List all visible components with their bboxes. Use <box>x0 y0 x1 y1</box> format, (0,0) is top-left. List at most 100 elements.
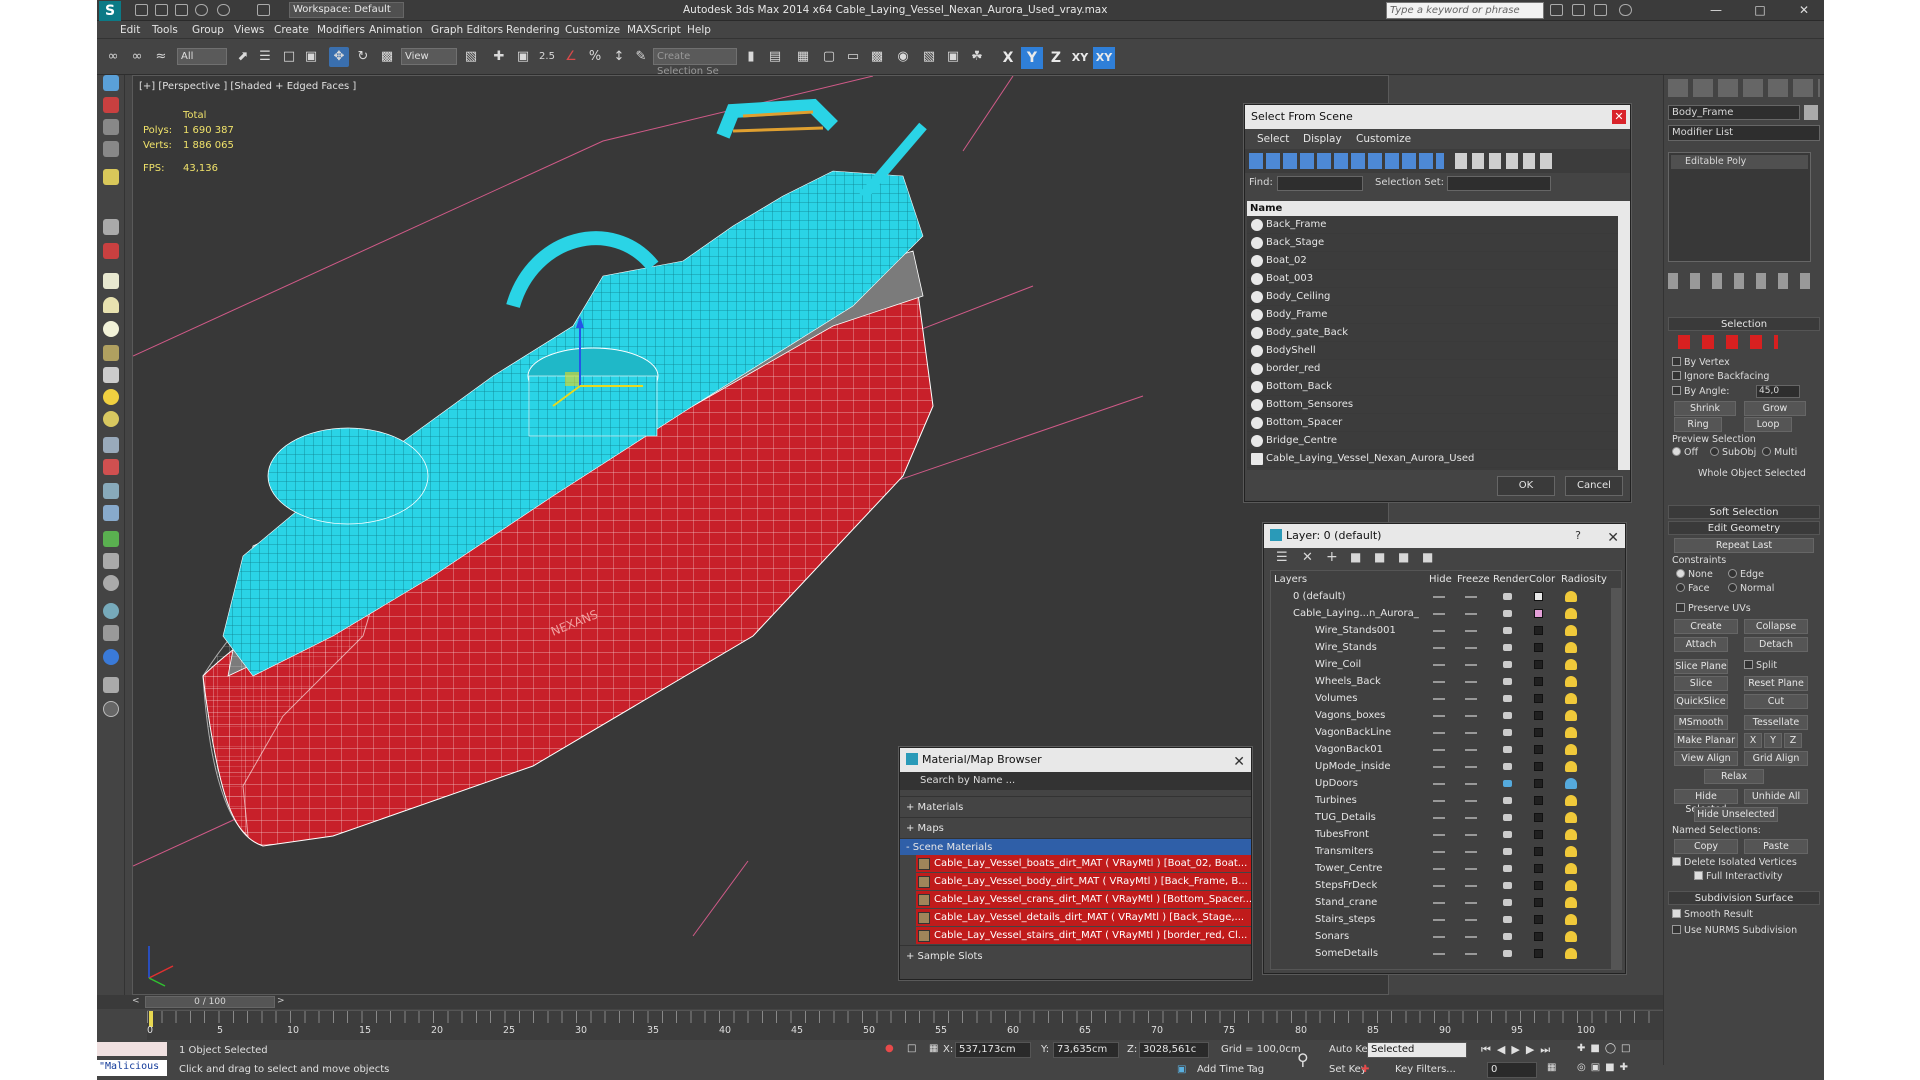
rendered-frame-icon[interactable]: ▣ <box>943 47 963 67</box>
view-align-button[interactable]: View Align <box>1674 751 1738 766</box>
playback-controls[interactable]: ⏮◀▶▶⏭ <box>1481 1043 1556 1057</box>
named-selection-set-dropdown[interactable]: Create Selection Se <box>653 48 737 77</box>
select-layer-icon[interactable]: ■ <box>1350 550 1361 564</box>
menu-views[interactable]: Views <box>234 24 264 36</box>
material-item[interactable]: Cable_Lay_Vessel_crans_dirt_MAT ( VRayMt… <box>916 891 1251 909</box>
repeat-last-button[interactable]: Repeat Last <box>1674 538 1814 553</box>
select-move-icon[interactable]: ✥ <box>329 47 349 67</box>
key-mode-dropdown[interactable]: Selected <box>1367 1042 1467 1058</box>
lock-selection-icon[interactable]: □ <box>907 1043 916 1054</box>
select-by-name-icon[interactable]: ☰ <box>255 47 275 67</box>
globe-icon[interactable] <box>103 649 119 665</box>
col-color[interactable]: Color <box>1529 574 1555 585</box>
box-icon[interactable] <box>103 273 119 289</box>
link-icon[interactable]: ∞ <box>103 47 123 67</box>
time-config-icon[interactable]: ▦ <box>1547 1062 1562 1073</box>
col-layers[interactable]: Layers <box>1274 574 1307 585</box>
find-input[interactable] <box>1277 176 1363 191</box>
list-item[interactable]: border_red <box>1247 360 1630 378</box>
add-time-tag[interactable]: Add Time Tag <box>1197 1064 1264 1075</box>
grid-icon[interactable] <box>103 141 119 157</box>
unhide-all-button[interactable]: Unhide All <box>1744 789 1808 804</box>
command-panel-tabs[interactable] <box>1668 79 1820 97</box>
selection-filter-dropdown[interactable]: All <box>177 48 227 65</box>
reference-coord-dropdown[interactable]: View <box>401 48 457 65</box>
layer-row[interactable]: VagonBackLine <box>1271 724 1621 741</box>
relax-button[interactable]: Relax <box>1704 769 1764 784</box>
menu-create[interactable]: Create <box>274 24 309 36</box>
use-nurms-checkbox[interactable]: Use NURMS Subdivision <box>1672 925 1797 936</box>
help-icon[interactable] <box>1619 4 1632 16</box>
project-folder-icon[interactable] <box>257 4 270 16</box>
absolute-mode-icon[interactable]: ▦ <box>929 1043 938 1054</box>
loop-button[interactable]: Loop <box>1744 417 1792 432</box>
attach-button[interactable]: Attach <box>1674 637 1728 652</box>
layer-row[interactable]: SomeDetails <box>1271 945 1621 962</box>
name-column-header[interactable]: Name <box>1247 201 1630 216</box>
stack-item-editable-poly[interactable]: Editable Poly <box>1671 155 1808 169</box>
prev-frame-icon[interactable]: < <box>132 996 144 1008</box>
menu-modifiers[interactable]: Modifiers <box>317 24 365 36</box>
sun-icon[interactable] <box>103 389 119 405</box>
col-freeze[interactable]: Freeze <box>1457 574 1490 585</box>
layer-row[interactable]: Sonars <box>1271 928 1621 945</box>
quickslice-button[interactable]: QuickSlice <box>1674 694 1728 709</box>
viewport-zoom-icons[interactable]: ◎▣■✚ <box>1577 1062 1633 1073</box>
layer-row[interactable]: StepsFrDeck <box>1271 877 1621 894</box>
layer-row[interactable]: Turbines <box>1271 792 1621 809</box>
subobject-level-icons[interactable] <box>1678 335 1778 349</box>
grow-button[interactable]: Grow <box>1744 401 1806 416</box>
constraint-face-radio[interactable]: Face <box>1676 583 1709 594</box>
planar-y-button[interactable]: Y <box>1764 733 1782 748</box>
layer-row[interactable]: Volumes <box>1271 690 1621 707</box>
unlink-icon[interactable]: ∞ <box>127 47 147 67</box>
filter-type-icons[interactable] <box>1249 153 1444 169</box>
msmooth-button[interactable]: MSmooth <box>1674 715 1728 730</box>
layer-row[interactable]: UpMode_inside <box>1271 758 1621 775</box>
environment-icon[interactable] <box>103 603 119 619</box>
create-geometry-icon[interactable] <box>103 75 119 91</box>
tab-select[interactable]: Select <box>1257 133 1289 145</box>
list-item[interactable]: Cable_Laying_Vessel_Nexan_Aurora_Used <box>1247 450 1630 468</box>
layer-scrollbar[interactable] <box>1611 588 1621 969</box>
info-icon[interactable] <box>103 701 119 717</box>
layer-row[interactable]: TUG_Details <box>1271 809 1621 826</box>
schematic-view-icon[interactable]: ▩ <box>867 47 887 67</box>
layer-row[interactable]: Cable_Laying...n_Aurora_ <box>1271 605 1621 622</box>
list-scrollbar[interactable] <box>1618 216 1630 470</box>
hide-unselected-button[interactable]: Hide Unselected <box>1694 807 1778 822</box>
scene-states-icon[interactable] <box>103 677 119 693</box>
mirror-icon[interactable]: ▮ <box>741 47 761 67</box>
layer-row[interactable]: Wire_Stands001 <box>1271 622 1621 639</box>
time-tag-icon[interactable]: ▣ <box>1177 1064 1186 1075</box>
constrain-y-button[interactable]: Y <box>1021 47 1043 69</box>
scene-materials-group[interactable]: - Scene Materials <box>900 838 1251 855</box>
ring-button[interactable]: Ring <box>1674 417 1722 432</box>
bind-spacewarp-icon[interactable]: ≈ <box>151 47 171 67</box>
delete-layer-icon[interactable]: ✕ <box>1302 550 1313 565</box>
constraint-none-radio[interactable]: None <box>1676 569 1713 580</box>
z-coordinate-field[interactable]: 3028,561c <box>1139 1042 1209 1058</box>
track-bar[interactable]: 0 5 10 15 20 25 30 35 40 45 50 55 60 65 … <box>147 1010 1663 1040</box>
planar-x-button[interactable]: X <box>1744 733 1762 748</box>
y-coordinate-field[interactable]: 73,635cm <box>1053 1042 1119 1058</box>
grid-align-button[interactable]: Grid Align <box>1744 751 1808 766</box>
constrain-xy-button[interactable]: XY <box>1069 47 1091 69</box>
list-item[interactable]: Body_Frame <box>1247 306 1630 324</box>
modifier-list-dropdown[interactable]: Modifier List <box>1668 125 1820 141</box>
layer-row[interactable]: Wire_Stands <box>1271 639 1621 656</box>
angle-snap-icon[interactable]: ∠ <box>561 47 581 67</box>
preserve-uvs-checkbox[interactable]: Preserve UVs <box>1676 603 1751 614</box>
copy-button[interactable]: Copy <box>1674 839 1738 854</box>
constrain-plane-button[interactable]: XY <box>1093 47 1115 69</box>
minimize-button[interactable]: — <box>1701 2 1731 19</box>
delete-isolated-checkbox[interactable]: Delete Isolated Vertices <box>1672 857 1797 868</box>
layer-row[interactable]: 0 (default) <box>1271 588 1621 605</box>
full-interactivity-checkbox[interactable]: Full Interactivity <box>1694 871 1783 882</box>
by-vertex-checkbox[interactable]: By Vertex <box>1672 357 1730 368</box>
snaps-toggle-icon[interactable]: 2.5 <box>537 47 557 67</box>
isolate-icon[interactable]: ● <box>885 1043 894 1054</box>
list-item[interactable]: Bottom_Sensores <box>1247 396 1630 414</box>
curve-editor-icon[interactable]: ▭ <box>843 47 863 67</box>
undo-icon[interactable] <box>195 4 208 16</box>
